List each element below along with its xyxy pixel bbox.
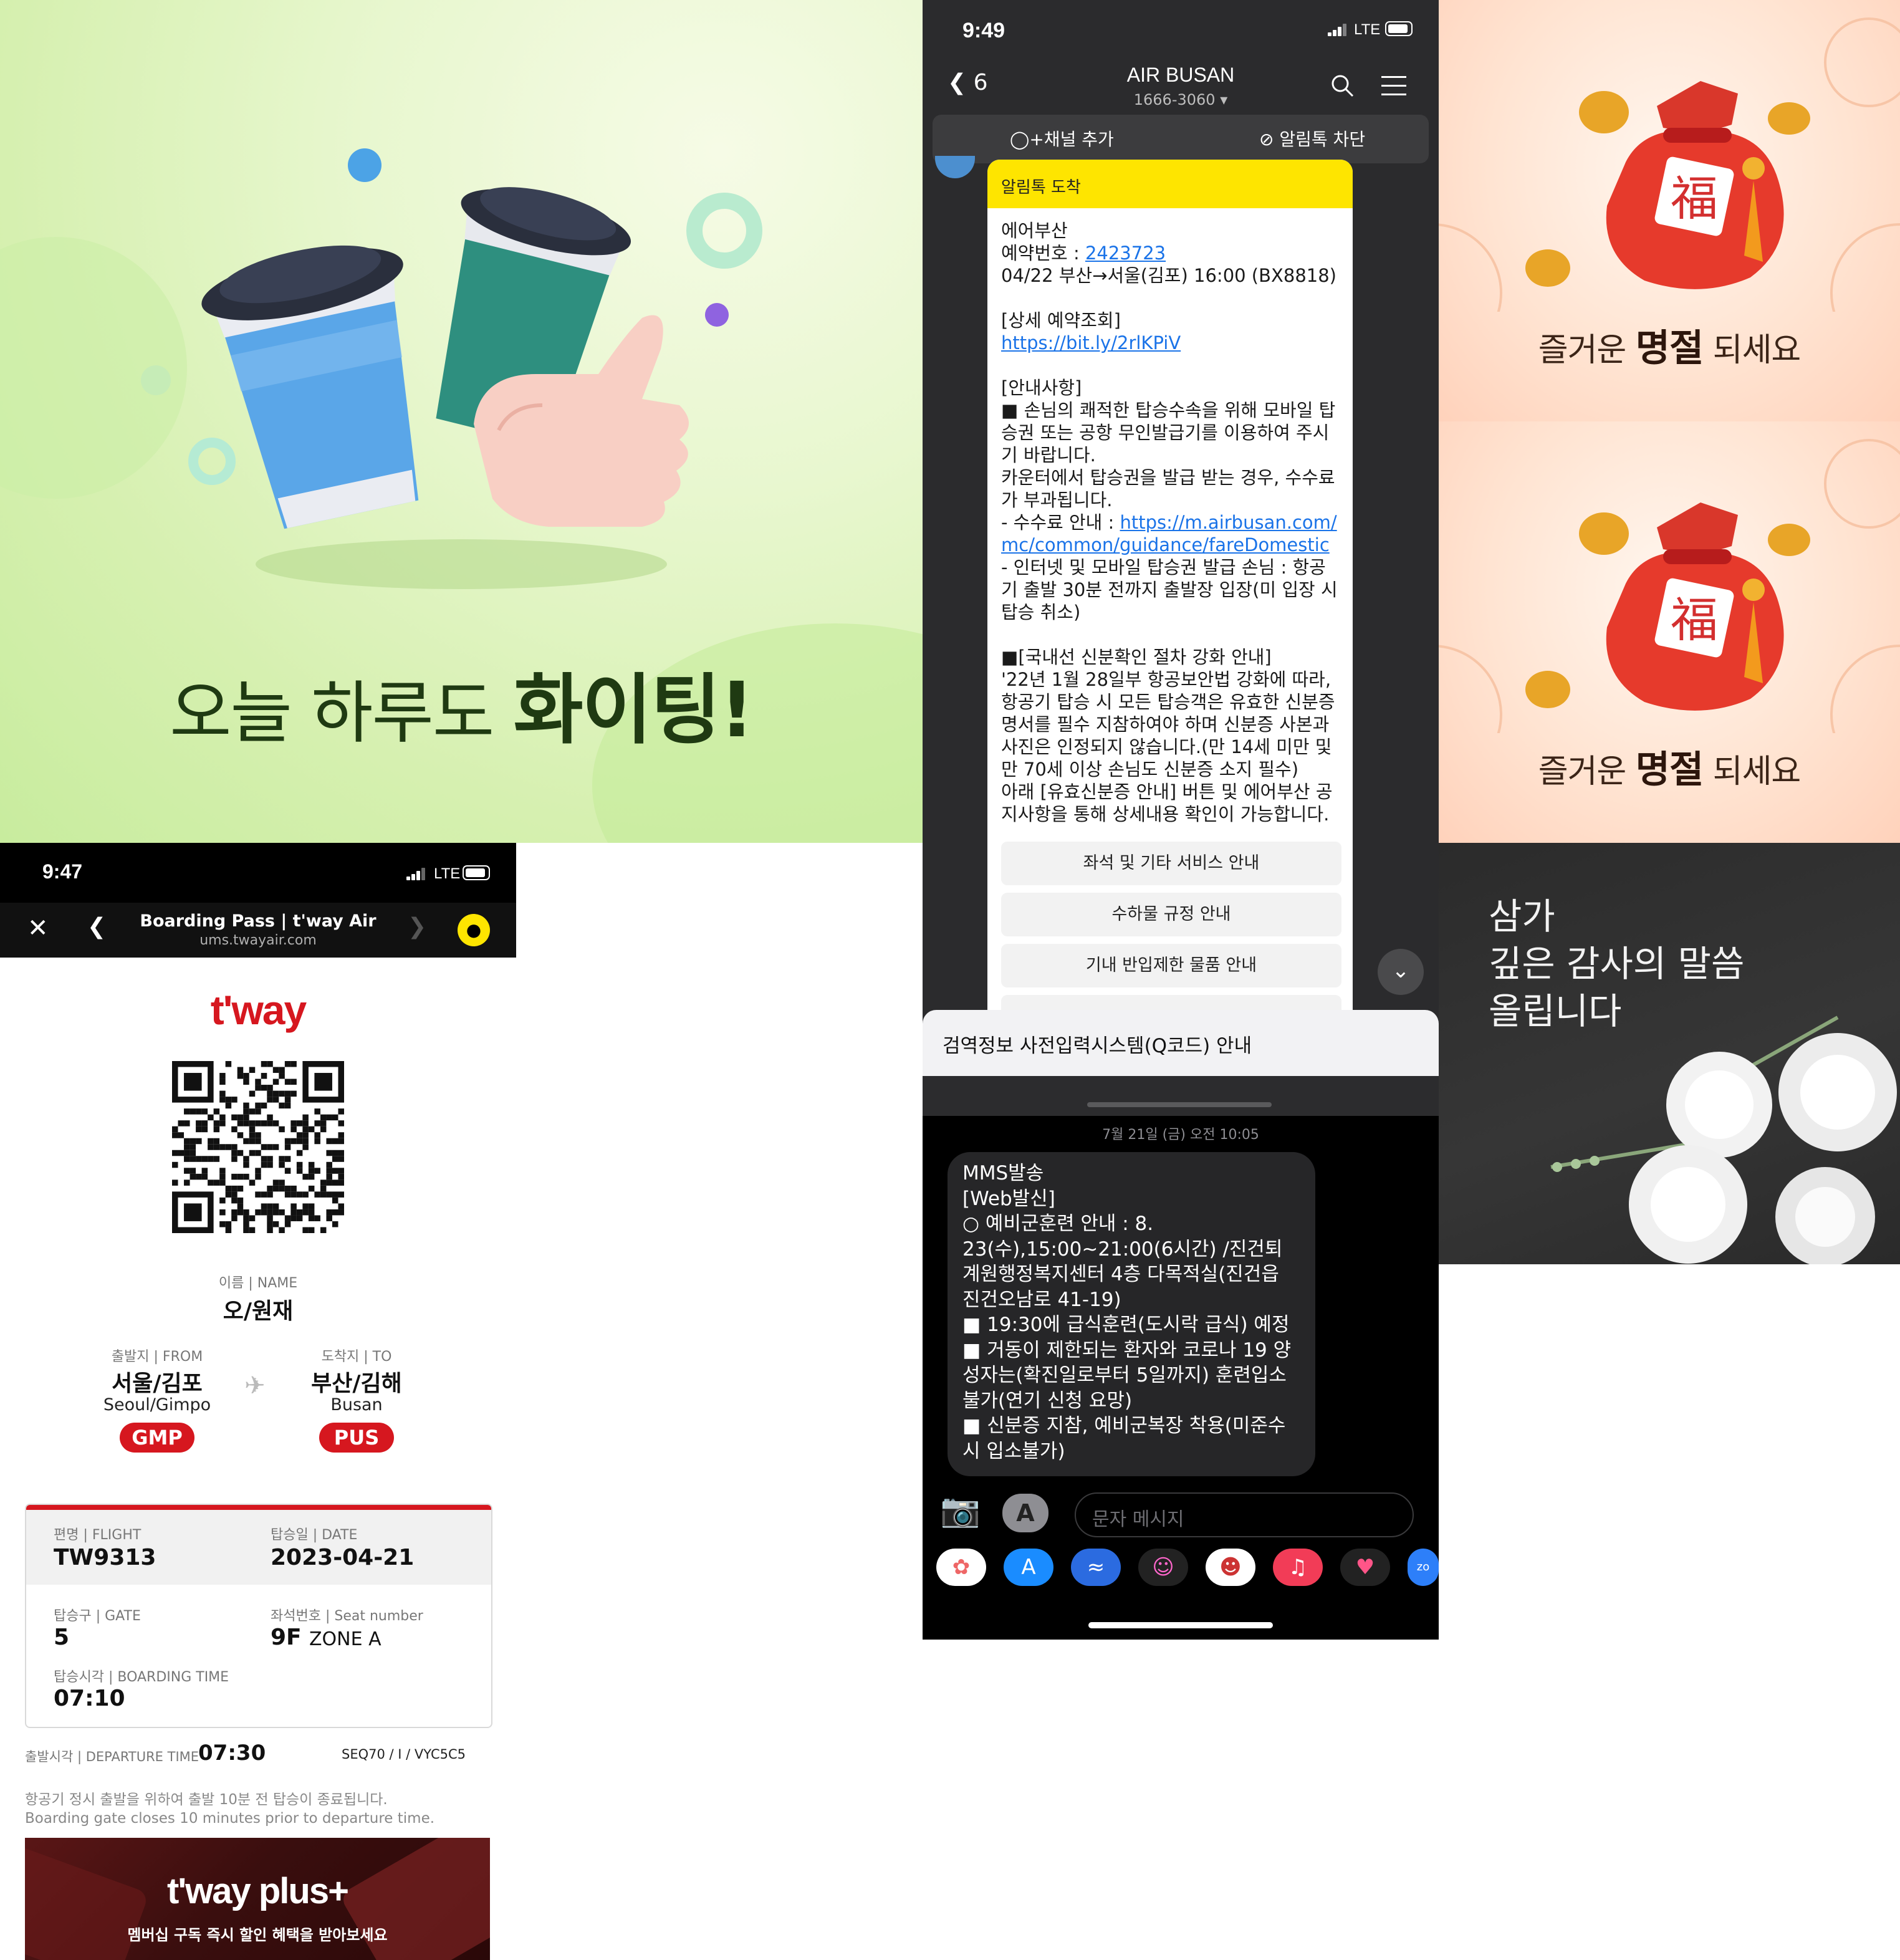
reservation-number-link[interactable]: 2423723 — [1085, 243, 1166, 264]
page-url: ums.twayair.com — [199, 933, 317, 948]
to-city: 부산/김해 — [311, 1371, 402, 1396]
mms-text: MMS발송 [Web발신] ○ 예비군훈련 안내 : 8. 23(수),15:0… — [962, 1162, 1292, 1463]
date-label: 탑승일 | DATE — [271, 1527, 358, 1543]
heart-icon[interactable]: ♥ — [1340, 1549, 1390, 1586]
seat: 9F — [271, 1625, 302, 1650]
chevron-right-icon[interactable]: ❯ — [408, 914, 426, 939]
from-code: GMP — [120, 1423, 194, 1453]
gate-label: 탑승구 | GATE — [54, 1608, 141, 1624]
qcode-sheet-item[interactable]: 검역정보 사전입력시스템(Q코드) 안내 — [923, 1010, 1439, 1076]
holiday-greeting: 즐거운 명절 되세요 — [1538, 748, 1802, 792]
photos-icon[interactable]: ✿ — [936, 1549, 986, 1586]
baggage-rule-button[interactable]: 수하물 규정 안내 — [1001, 893, 1341, 936]
page-title: Boarding Pass | t'way Air — [140, 911, 377, 931]
signal-icon — [1328, 24, 1346, 36]
battery-icon — [1385, 21, 1413, 36]
background-message-ghost — [941, 0, 1427, 21]
white-flower-illustration — [1550, 1016, 1897, 1264]
fortune-glyph: 福 — [1671, 171, 1718, 226]
seat-service-button[interactable]: 좌석 및 기타 서비스 안내 — [1001, 842, 1341, 885]
zoom-icon[interactable]: zo — [1408, 1549, 1439, 1586]
to-city-en: Busan — [330, 1395, 383, 1415]
menu-icon[interactable] — [1381, 75, 1408, 97]
alimtalk-bubble: 알림톡 도착 에어부산 예약번호 : 2423723 04/22 부산→서울(김포)… — [987, 160, 1353, 1020]
tway-plus-banner[interactable]: t'way plus+ 멤버십 구독 즉시 할인 혜택을 받아보세요 — [25, 1838, 490, 1960]
block-notification-button[interactable]: ⊘ 알림톡 차단 — [1259, 126, 1365, 151]
passenger-name: 오/원재 — [223, 1299, 294, 1324]
chat-bubble-icon[interactable]: ● — [458, 914, 490, 946]
network-label: LTE — [434, 865, 461, 882]
name-label: 이름 | NAME — [218, 1275, 298, 1291]
gate: 5 — [54, 1625, 70, 1650]
channel-action-bar: ◯+채널 추가 ⊘ 알림톡 차단 — [933, 115, 1429, 163]
restricted-items-button[interactable]: 기내 반입제한 물품 안내 — [1001, 944, 1341, 987]
holiday-card: 福 즐거운 명절 되세요 — [1439, 0, 1900, 421]
chevron-down-icon: ⌄ — [1391, 958, 1410, 983]
status-time: 9:49 — [962, 19, 1005, 42]
music-icon[interactable]: ♫ — [1273, 1549, 1323, 1586]
message-date: 7월 21일 (금) 오전 10:05 — [1102, 1127, 1259, 1143]
app-store-button[interactable]: A — [1002, 1494, 1048, 1532]
zone: ZONE A — [309, 1628, 381, 1650]
block-icon: ⊘ — [1259, 129, 1280, 150]
bubble-body: 에어부산 예약번호 : 2423723 04/22 부산→서울(김포) 16:00 … — [1001, 220, 1343, 825]
audio-icon[interactable]: ≈ — [1071, 1549, 1121, 1586]
flight-number: TW9313 — [54, 1545, 156, 1570]
holiday-greeting: 즐거운 명절 되세요 — [1538, 327, 1802, 370]
boarding-label: 탑승시각 | BOARDING TIME — [54, 1669, 229, 1685]
memoji-icon[interactable]: ☺ — [1138, 1549, 1188, 1586]
status-time: 9:47 — [42, 860, 83, 883]
cheer-title: 오늘 하루도 화이팅! — [170, 666, 754, 754]
airplane-icon: ✈ — [244, 1372, 266, 1400]
chat-phone[interactable]: 1666-3060 ▾ — [923, 91, 1439, 108]
sequence-code: SEQ70 / I / VYC5C5 — [342, 1747, 466, 1762]
tway-boarding-pass-screen: 9:47 LTE ✕ ❮ Boarding Pass | t'way Air u… — [0, 843, 516, 1960]
tway-logo: t'way — [210, 987, 307, 1033]
browser-nav: ✕ ❮ Boarding Pass | t'way Air ums.twayai… — [0, 903, 516, 958]
qr-code — [172, 1061, 344, 1233]
holiday-card: 福 즐거운 명절 되세요 — [1439, 421, 1900, 843]
lucky-bag-illustration: 福 — [1439, 439, 1900, 733]
from-city: 서울/김포 — [112, 1371, 203, 1396]
detail-link[interactable]: https://bit.ly/2rlKPiV — [1001, 332, 1341, 354]
coffee-thumbsup-illustration — [141, 148, 762, 589]
departure-time: 07:30 — [198, 1741, 266, 1765]
search-icon[interactable] — [1330, 74, 1355, 98]
flight-label: 편명 | FLIGHT — [54, 1527, 142, 1543]
flight-info-card: 편명 | FLIGHT TW9313 탑승일 | DATE 2023-04-21… — [25, 1504, 492, 1728]
sticker-icon[interactable]: ☻ — [1206, 1549, 1255, 1586]
from-city-en: Seoul/Gimpo — [103, 1395, 211, 1415]
departure-label: 출발시각 | DEPARTURE TIME — [25, 1749, 199, 1764]
battery-icon — [463, 865, 490, 880]
sheet-grabber — [923, 1076, 1439, 1116]
from-label: 출발지 | FROM — [111, 1349, 203, 1365]
scroll-down-button[interactable]: ⌄ — [1378, 949, 1424, 995]
channel-avatar — [935, 156, 975, 178]
fortune-glyph: 福 — [1671, 592, 1718, 648]
lucky-bag-illustration: 福 — [1439, 17, 1900, 312]
camera-icon[interactable]: 📷 — [940, 1491, 981, 1529]
boarding-time: 07:10 — [54, 1686, 125, 1711]
network-label: LTE — [1354, 21, 1381, 38]
signal-icon — [406, 868, 425, 880]
bubble-header: 알림톡 도착 — [987, 160, 1353, 208]
chat-title: AIR BUSAN — [1126, 64, 1235, 86]
status-bar: 9:47 LTE — [0, 843, 516, 903]
message-input[interactable]: 문자 메시지 — [1075, 1492, 1414, 1537]
appstore-icon[interactable]: A — [1004, 1549, 1053, 1586]
to-label: 도착지 | TO — [321, 1349, 392, 1365]
add-channel-button[interactable]: ◯+채널 추가 — [1010, 126, 1114, 151]
cheer-card: 오늘 하루도 화이팅! — [0, 0, 923, 843]
tway-plus-text: 멤버십 구독 즉시 할인 혜택을 받아보세요 — [127, 1926, 388, 1944]
seat-label: 좌석번호 | Seat number — [271, 1608, 423, 1624]
channel-icon: ◯ — [1010, 129, 1030, 150]
to-code: PUS — [319, 1423, 394, 1453]
kakao-chat-screen: 9:49 LTE ❮ 6 AIR BUSAN 1666-3060 ▾ ◯+채널 … — [923, 0, 1439, 1640]
boarding-notice: 항공기 정시 출발을 위하여 출발 10분 전 탑승이 종료됩니다. Board… — [25, 1792, 435, 1827]
home-indicator — [1088, 1622, 1273, 1628]
tway-plus-logo: t'way plus+ — [167, 1871, 349, 1911]
condolence-card: 삼가 깊은 감사의 말씀 올립니다 — [1439, 843, 1900, 1264]
flight-date: 2023-04-21 — [271, 1545, 415, 1570]
